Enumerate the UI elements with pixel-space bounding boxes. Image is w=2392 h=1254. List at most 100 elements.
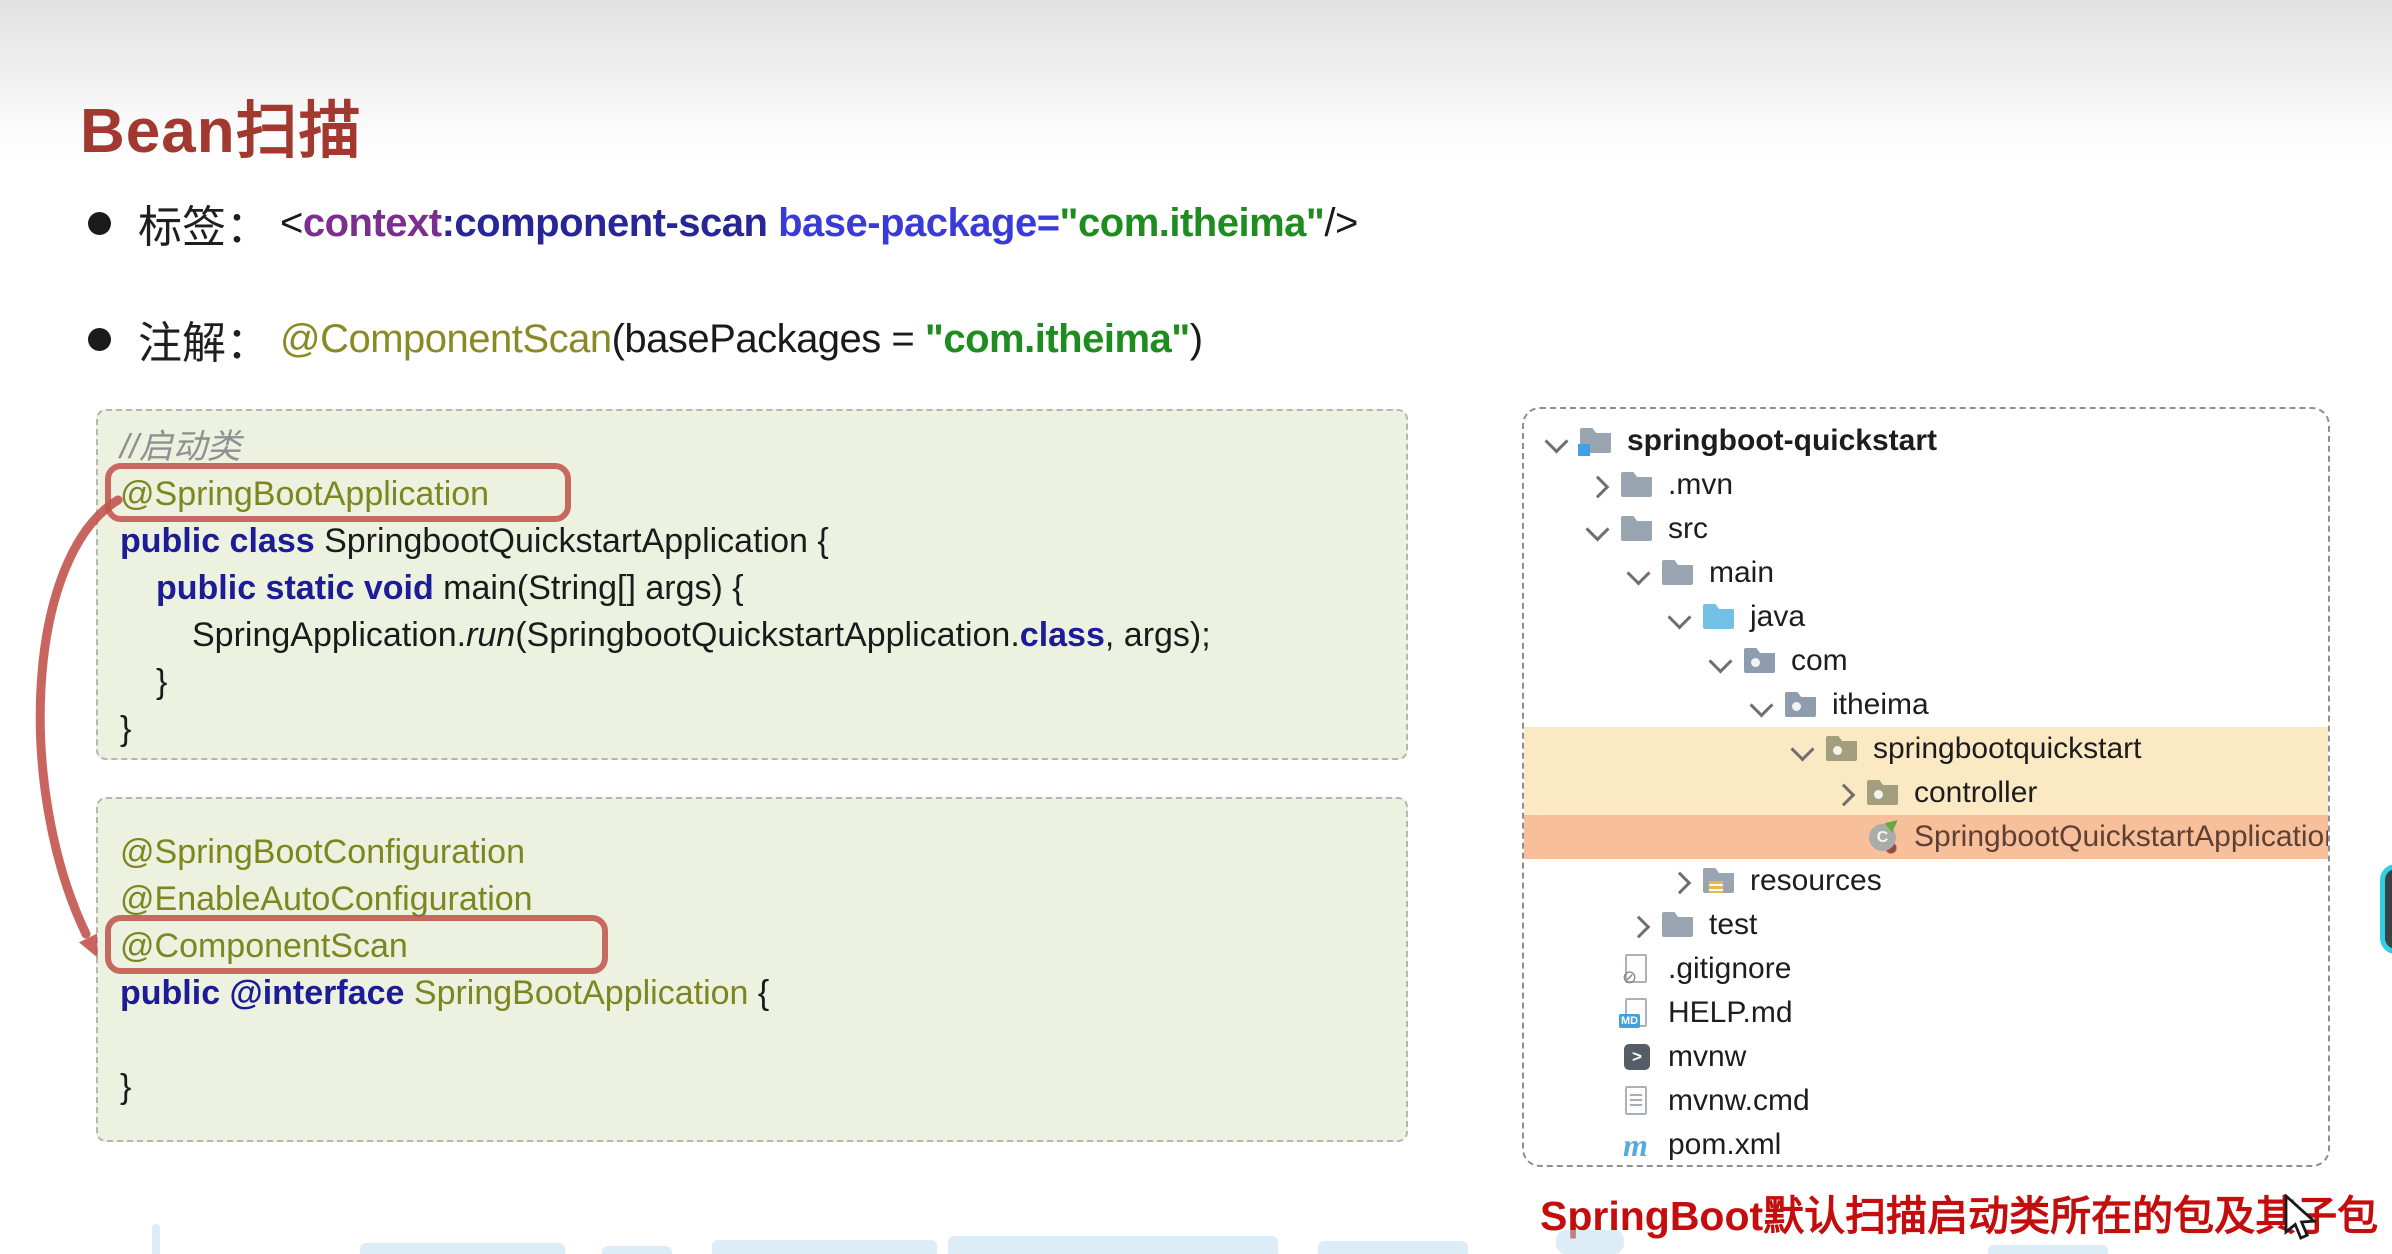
watermark-fragment <box>948 1236 1278 1254</box>
code-block-annotation-source: @SpringBootConfiguration @EnableAutoConfi… <box>96 797 1408 1142</box>
tree-item-label: java <box>1750 600 1805 634</box>
tree-row-resources[interactable]: resources <box>1524 859 2328 903</box>
code-token: base-package <box>778 201 1037 246</box>
tree-row-springbootquickstartapplication[interactable]: SpringbootQuickstartApplication <box>1524 815 2328 859</box>
project-tree: springboot-quickstart .mvn src main java com i… <box>1524 419 2328 1167</box>
code-token: SpringBootApplication <box>414 974 749 1012</box>
chevron-spacer <box>1578 1123 1620 1167</box>
folder-srcpkg-icon <box>1825 727 1861 771</box>
code-token: (SpringbootQuickstartApplication. <box>515 616 1020 654</box>
code-token: class <box>1020 616 1105 654</box>
file-git-icon <box>1620 947 1656 991</box>
code-block-launcher-class: //启动类@SpringBootApplicationpublic class … <box>96 409 1408 760</box>
code-line <box>98 1017 1406 1064</box>
folder-icon <box>1620 507 1656 551</box>
code-token: /> <box>1324 201 1357 246</box>
code-line: } <box>98 1064 1406 1111</box>
class-run-icon <box>1866 815 1902 859</box>
mouse-cursor-icon <box>2282 1194 2322 1242</box>
bullet-item: 标签：<context:component-scan base-package=… <box>88 194 1358 252</box>
tree-row-springbootquickstart[interactable]: springbootquickstart <box>1524 727 2328 771</box>
watermark-fragment <box>712 1240 937 1254</box>
tree-item-label: itheima <box>1832 688 1929 722</box>
tree-item-label: mvnw <box>1668 1040 1746 1074</box>
floating-widget-fragment[interactable] <box>2380 864 2392 954</box>
code-line: } <box>98 706 1406 753</box>
chevron-spacer <box>1578 1079 1620 1123</box>
chevron-down-icon[interactable] <box>1537 419 1579 463</box>
chevron-down-icon[interactable] <box>1701 639 1743 683</box>
code-line: public class SpringbootQuickstartApplica… <box>98 518 1406 565</box>
code-token: } <box>156 663 167 701</box>
code-line: @EnableAutoConfiguration <box>98 876 1406 923</box>
tree-item-label: .mvn <box>1668 468 1733 502</box>
tree-row-test[interactable]: test <box>1524 903 2328 947</box>
tree-row-help-md[interactable]: HELP.md <box>1524 991 2328 1035</box>
tree-item-label: src <box>1668 512 1708 546</box>
bullet-dot-icon <box>88 212 111 235</box>
code-token: "com.itheima" <box>925 317 1190 362</box>
code-token: } <box>120 1068 131 1106</box>
code-token: :component-scan <box>442 201 778 246</box>
code-token: @SpringBootConfiguration <box>120 833 525 871</box>
code-token: public static void <box>156 569 443 607</box>
tree-row-mvnw[interactable]: mvnw <box>1524 1035 2328 1079</box>
watermark-fragment <box>152 1224 160 1254</box>
tree-item-label: pom.xml <box>1668 1128 1781 1162</box>
folder-icon <box>1661 903 1697 947</box>
tree-row--gitignore[interactable]: .gitignore <box>1524 947 2328 991</box>
code-token: "com.itheima" <box>1060 201 1325 246</box>
bullet-item: 注解：@ComponentScan(basePackages = "com.it… <box>88 310 1358 368</box>
tree-row-controller[interactable]: controller <box>1524 771 2328 815</box>
tree-row-pom-xml[interactable]: pom.xml <box>1524 1123 2328 1167</box>
code-line: @SpringBootApplication <box>98 471 1406 518</box>
tree-item-label: SpringbootQuickstartApplication <box>1914 820 2330 854</box>
chevron-down-icon[interactable] <box>1660 595 1702 639</box>
watermark-fragment <box>602 1246 672 1254</box>
folder-icon <box>1620 463 1656 507</box>
chevron-right-icon[interactable] <box>1824 771 1866 815</box>
code-token: SpringApplication. <box>192 616 466 654</box>
code-token: < <box>280 201 303 246</box>
tree-item-label: resources <box>1750 864 1882 898</box>
tree-item-label: test <box>1709 908 1757 942</box>
tree-row-java[interactable]: java <box>1524 595 2328 639</box>
chevron-spacer <box>1824 815 1866 859</box>
folder-srcpkg-icon <box>1866 771 1902 815</box>
chevron-down-icon[interactable] <box>1619 551 1661 595</box>
page-title: Bean扫描 <box>80 80 362 170</box>
tree-row-com[interactable]: com <box>1524 639 2328 683</box>
folder-icon <box>1661 551 1697 595</box>
chevron-spacer <box>1578 947 1620 991</box>
chevron-spacer <box>1578 991 1620 1035</box>
project-tree-panel: springboot-quickstart .mvn src main java com i… <box>1522 407 2330 1167</box>
tree-row-springboot-quickstart[interactable]: springboot-quickstart <box>1524 419 2328 463</box>
code-token: ) <box>1190 317 1203 362</box>
slide-page: Bean扫描 标签：<context:component-scan base-p… <box>0 0 2392 1254</box>
file-run-icon <box>1620 1035 1656 1079</box>
code-token: = <box>1037 201 1060 246</box>
chevron-right-icon[interactable] <box>1660 859 1702 903</box>
file-md-icon <box>1620 991 1656 1035</box>
bullet-label: 注解： <box>138 307 270 371</box>
chevron-right-icon[interactable] <box>1578 463 1620 507</box>
tree-row-main[interactable]: main <box>1524 551 2328 595</box>
tree-item-label: mvnw.cmd <box>1668 1084 1810 1118</box>
chevron-down-icon[interactable] <box>1783 727 1825 771</box>
tree-row-src[interactable]: src <box>1524 507 2328 551</box>
tree-row-mvnw-cmd[interactable]: mvnw.cmd <box>1524 1079 2328 1123</box>
chevron-down-icon[interactable] <box>1578 507 1620 551</box>
code-line: public @interface SpringBootApplication … <box>98 970 1406 1017</box>
chevron-down-icon[interactable] <box>1742 683 1784 727</box>
folder-resources-icon <box>1702 859 1738 903</box>
folder-root-icon <box>1579 419 1615 463</box>
chevron-right-icon[interactable] <box>1619 903 1661 947</box>
tree-row-itheima[interactable]: itheima <box>1524 683 2328 727</box>
watermark-fragment <box>360 1243 565 1254</box>
chevron-spacer <box>1578 1035 1620 1079</box>
tree-row--mvn[interactable]: .mvn <box>1524 463 2328 507</box>
folder-pkg-icon <box>1743 639 1779 683</box>
tree-item-label: controller <box>1914 776 2037 810</box>
annotation-highlight-box: @ComponentScan <box>120 923 408 970</box>
code-token: public class <box>120 522 324 560</box>
